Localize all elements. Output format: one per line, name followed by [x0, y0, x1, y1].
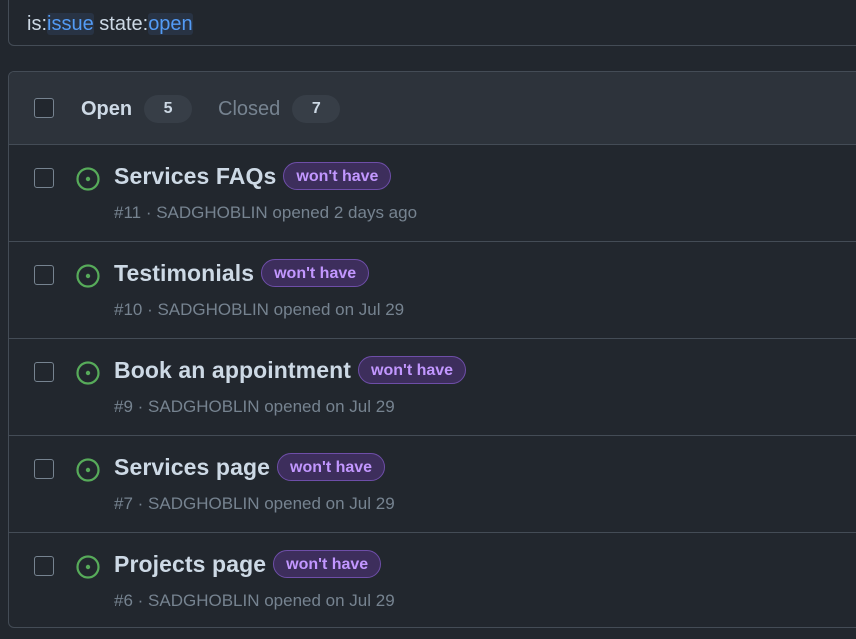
issue-meta: #7 · SADGHOBLIN opened on Jul 29	[114, 494, 395, 513]
search-qualifier-is: is:	[27, 13, 47, 35]
search-value-issue: issue	[47, 13, 94, 35]
issue-opened-icon	[76, 167, 100, 191]
issue-checkbox[interactable]	[34, 168, 54, 188]
issue-checkbox[interactable]	[34, 556, 54, 576]
search-value-open: open	[148, 13, 193, 35]
issue-row: Book an appointment won't have #9 · SADG…	[9, 338, 856, 436]
issue-opened-icon	[76, 361, 100, 385]
tab-open[interactable]: Open 5	[81, 94, 193, 124]
closed-count-badge: 7	[292, 95, 341, 123]
issue-title-link[interactable]: Services page	[114, 454, 270, 481]
issues-list-header: Open 5 Closed 7	[9, 72, 856, 145]
issue-label[interactable]: won't have	[283, 162, 392, 190]
issue-label[interactable]: won't have	[277, 453, 386, 481]
issue-meta: #11 · SADGHOBLIN opened 2 days ago	[114, 203, 418, 222]
open-count-badge: 5	[144, 95, 193, 123]
issue-title-link[interactable]: Projects page	[114, 551, 266, 578]
search-query[interactable]: is:issue state:open	[27, 12, 193, 36]
issue-meta: #10 · SADGHOBLIN opened on Jul 29	[114, 300, 405, 319]
issue-title-link[interactable]: Book an appointment	[114, 357, 351, 384]
issue-row: Testimonials won't have #10 · SADGHOBLIN…	[9, 241, 856, 339]
issue-checkbox[interactable]	[34, 362, 54, 382]
issue-label[interactable]: won't have	[261, 259, 370, 287]
issue-title-link[interactable]: Testimonials	[114, 260, 254, 287]
issue-meta: #9 · SADGHOBLIN opened on Jul 29	[114, 397, 395, 416]
search-input[interactable]: is:issue state:open	[8, 0, 856, 46]
issue-opened-icon	[76, 555, 100, 579]
issues-list: Open 5 Closed 7 Services FAQs won't have…	[8, 71, 856, 628]
issue-label[interactable]: won't have	[273, 550, 382, 578]
issue-row: Services FAQs won't have #11 · SADGHOBLI…	[9, 144, 856, 242]
search-qualifier-state: state:	[99, 13, 149, 35]
issue-title-link[interactable]: Services FAQs	[114, 163, 276, 190]
issue-row: Services page won't have #7 · SADGHOBLIN…	[9, 435, 856, 533]
issue-label[interactable]: won't have	[358, 356, 467, 384]
issue-opened-icon	[76, 264, 100, 288]
tab-closed-label: Closed	[218, 97, 281, 120]
issue-meta: #6 · SADGHOBLIN opened on Jul 29	[114, 591, 395, 610]
issue-opened-icon	[76, 458, 100, 482]
issue-checkbox[interactable]	[34, 265, 54, 285]
issue-row: Projects page won't have #6 · SADGHOBLIN…	[9, 532, 856, 627]
tab-open-label: Open	[81, 97, 133, 120]
select-all-checkbox[interactable]	[34, 98, 54, 118]
issue-checkbox[interactable]	[34, 459, 54, 479]
tab-closed[interactable]: Closed 7	[218, 94, 341, 124]
